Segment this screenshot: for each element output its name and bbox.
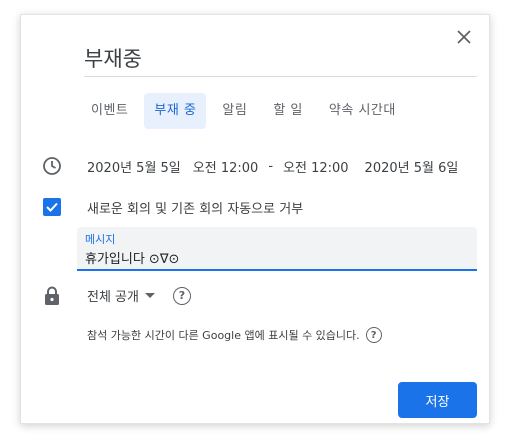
end-time[interactable]: 오전 12:00 bbox=[283, 157, 349, 176]
dialog-title[interactable]: 부재중 bbox=[84, 43, 477, 75]
notice-help-icon[interactable]: ? bbox=[365, 327, 382, 343]
message-input[interactable]: 휴가입니다 ⊙∇⊙ bbox=[85, 248, 465, 267]
help-icon[interactable]: ? bbox=[172, 286, 191, 305]
notice-text: 참석 가능한 시간이 다른 Google 앱에 표시될 수 있습니다. bbox=[87, 329, 360, 342]
checkbox-checked-icon bbox=[46, 202, 58, 212]
tab-event[interactable]: 이벤트 bbox=[81, 93, 138, 129]
tab-reminder[interactable]: 알림 bbox=[212, 93, 257, 129]
start-time[interactable]: 오전 12:00 bbox=[193, 157, 259, 176]
event-type-tabs: 이벤트 부재 중 알림 할 일 약속 시간대 bbox=[81, 93, 406, 129]
lock-icon-wrap bbox=[41, 285, 63, 307]
clock-icon bbox=[43, 157, 61, 175]
range-separator: - bbox=[268, 159, 274, 174]
tab-task[interactable]: 할 일 bbox=[263, 93, 313, 129]
lock-icon bbox=[45, 286, 59, 305]
close-icon[interactable] bbox=[457, 30, 471, 44]
title-field[interactable]: 부재중 bbox=[84, 43, 477, 77]
clock-icon-wrap bbox=[41, 155, 63, 177]
save-button[interactable]: 저장 bbox=[398, 382, 477, 418]
out-of-office-dialog: 부재중 이벤트 부재 중 알림 할 일 약속 시간대 2020년 5월 5일 오… bbox=[20, 14, 490, 424]
start-date[interactable]: 2020년 5월 5일 bbox=[87, 157, 181, 176]
visibility-label: 전체 공개 bbox=[87, 290, 139, 305]
availability-notice: 참석 가능한 시간이 다른 Google 앱에 표시될 수 있습니다. ? bbox=[87, 327, 382, 343]
decline-checkbox-label[interactable]: 새로운 회의 및 기존 회의 자동으로 거부 bbox=[87, 198, 303, 217]
tab-out-of-office[interactable]: 부재 중 bbox=[144, 93, 207, 129]
caret-down-icon bbox=[144, 292, 155, 298]
end-date[interactable]: 2020년 5월 6일 bbox=[365, 157, 459, 176]
tab-appointment-schedule[interactable]: 약속 시간대 bbox=[319, 93, 406, 129]
message-field-label: 메시지 bbox=[85, 233, 116, 246]
decline-checkbox[interactable] bbox=[43, 198, 61, 216]
date-time-row: 2020년 5월 5일 오전 12:00 - 오전 12:00 2020년 5월… bbox=[87, 157, 458, 176]
visibility-dropdown[interactable]: 전체 공개 ? bbox=[87, 286, 191, 305]
decline-checkbox-wrap bbox=[41, 196, 63, 218]
message-field[interactable]: 메시지 휴가입니다 ⊙∇⊙ bbox=[77, 227, 477, 271]
